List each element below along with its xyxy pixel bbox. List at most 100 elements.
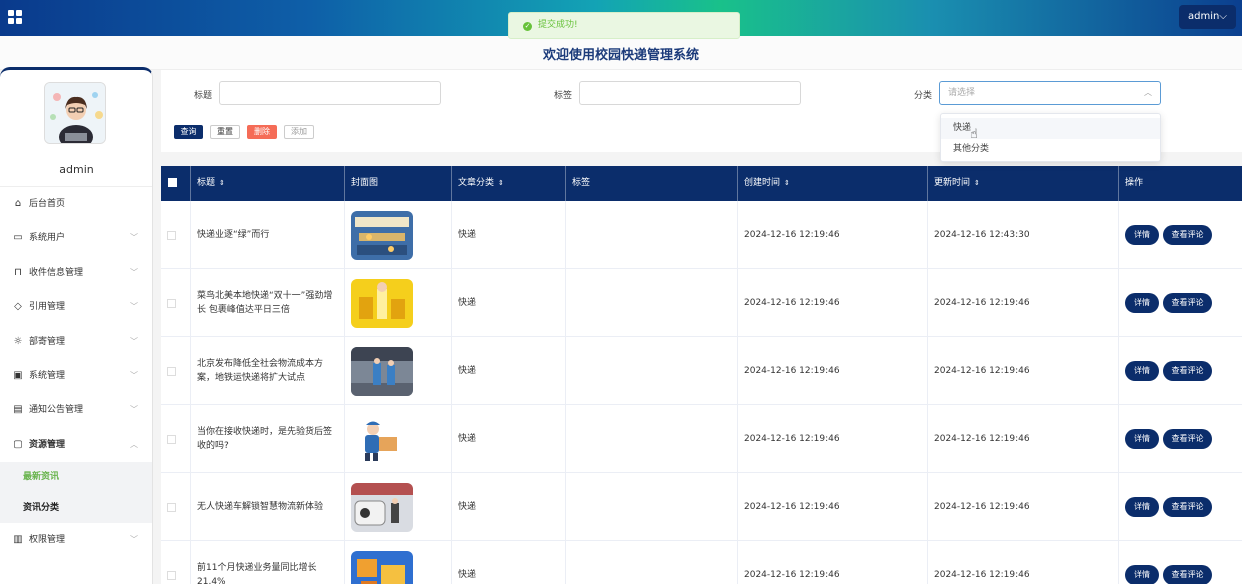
chevron-down-icon: ﹀ — [130, 405, 138, 415]
tag-input[interactable] — [579, 81, 801, 105]
sidebar-item-label: 权限管理 — [29, 535, 66, 546]
category-label: 分类 — [914, 91, 933, 101]
hand-pointer-icon: ☝ — [970, 127, 978, 142]
sort-icon[interactable]: ⇕ — [974, 179, 980, 187]
chevron-down-icon: ﹀ — [130, 302, 138, 312]
view-comments-button[interactable]: 查看评论 — [1163, 429, 1212, 449]
detail-button[interactable]: 详情 — [1125, 565, 1159, 584]
view-comments-button[interactable]: 查看评论 — [1163, 293, 1212, 313]
sort-icon[interactable]: ⇕ — [784, 179, 790, 187]
row-created: 2024-12-16 12:19:46 — [738, 541, 928, 584]
view-comments-button[interactable]: 查看评论 — [1163, 225, 1212, 245]
sidebar-item-home[interactable]: ⌂ 后台首页 — [0, 187, 152, 221]
detail-button[interactable]: 详情 — [1125, 429, 1159, 449]
admin-menu-button[interactable]: admin⌵ — [1179, 5, 1236, 29]
reset-button[interactable]: 重置 — [210, 125, 240, 139]
row-created: 2024-12-16 12:19:46 — [738, 269, 928, 337]
row-cover[interactable] — [345, 337, 452, 405]
sidebar-subitem-latest-news[interactable]: 最新资讯 — [0, 462, 152, 493]
row-actions: 详情 查看评论 — [1119, 473, 1242, 541]
avatar — [44, 82, 106, 144]
clipboard-icon: ▤ — [13, 404, 23, 416]
header-category[interactable]: 文章分类 ⇕ — [452, 166, 566, 201]
header-actions: 操作 — [1119, 166, 1242, 201]
row-title: 北京发布降低全社会物流成本方案，地铁运快递将扩大试点 — [191, 337, 345, 405]
sidebar-item-notice[interactable]: ▤ 通知公告管理 ﹀ — [0, 393, 152, 427]
sidebar-subitem-news-category[interactable]: 资讯分类 — [0, 492, 152, 524]
view-comments-button[interactable]: 查看评论 — [1163, 565, 1212, 584]
header-tag-label: 标签 — [572, 178, 591, 188]
title-input[interactable] — [219, 81, 441, 105]
view-comments-button[interactable]: 查看评论 — [1163, 361, 1212, 381]
row-checkbox[interactable] — [161, 541, 191, 584]
chevron-up-icon: ︿ — [130, 439, 138, 449]
sidebar-item-reference[interactable]: ◇ 引用管理 ﹀ — [0, 290, 152, 324]
chevron-down-icon: ﹀ — [130, 535, 138, 545]
sidebar-item-receipt[interactable]: ⊓ 收件信息管理 ﹀ — [0, 256, 152, 290]
header-cover: 封面图 — [345, 166, 452, 201]
monitor-icon: ▭ — [13, 232, 23, 244]
admin-label: admin — [1188, 11, 1220, 22]
menu-grid-icon[interactable] — [8, 10, 22, 24]
row-checkbox[interactable] — [161, 473, 191, 541]
home-icon: ⌂ — [14, 198, 22, 209]
add-button[interactable]: 添加 — [284, 125, 314, 139]
table-row: 北京发布降低全社会物流成本方案，地铁运快递将扩大试点 快递 2024-12-16… — [161, 337, 1242, 405]
delete-button[interactable]: 删除 — [247, 125, 277, 139]
row-cover[interactable] — [345, 405, 452, 473]
row-cover[interactable] — [345, 473, 452, 541]
sidebar-item-label: 部寄管理 — [29, 336, 66, 347]
header-tag: 标签 — [566, 166, 738, 201]
row-checkbox[interactable] — [161, 201, 191, 269]
sidebar-item-label: 通知公告管理 — [29, 405, 84, 416]
table-row: 当你在接收快递时，是先验货后签收的吗? 快递 2024-12-16 12:19:… — [161, 405, 1242, 473]
sidebar-item-label: 引用管理 — [29, 302, 66, 313]
row-tag — [566, 473, 738, 541]
detail-button[interactable]: 详情 — [1125, 225, 1159, 245]
news-table: 标题 ⇕ 封面图 文章分类 ⇕ 标签 创建时间 ⇕ 更新时间 ⇕ 操作 快递业逐“绿”而… — [161, 166, 1242, 584]
query-button[interactable]: 查询 — [174, 125, 203, 139]
row-title: 无人快递车解锁智慧物流新体验 — [191, 473, 345, 541]
chevron-up-icon: ︿ — [1144, 88, 1152, 97]
row-checkbox[interactable] — [161, 405, 191, 473]
sort-icon[interactable]: ⇕ — [219, 179, 225, 187]
sidebar-item-label: 资源管理 — [29, 439, 66, 450]
sidebar-item-system[interactable]: ▣ 系统管理 ﹀ — [0, 359, 152, 393]
row-checkbox[interactable] — [161, 337, 191, 405]
row-tag — [566, 201, 738, 269]
row-cover[interactable] — [345, 541, 452, 584]
row-actions: 详情 查看评论 — [1119, 405, 1242, 473]
row-cover[interactable] — [345, 201, 452, 269]
sidebar-menu: ⌂ 后台首页 ▭ 系统用户 ﹀ ⊓ 收件信息管理 ﹀ ◇ 引用管理 ﹀ ☼ 部寄管理 ﹀ ▣ 系统管… — [0, 186, 152, 558]
row-tag — [566, 269, 738, 337]
header-created[interactable]: 创建时间 ⇕ — [738, 166, 928, 201]
select-all-checkbox[interactable] — [161, 166, 191, 201]
detail-button[interactable]: 详情 — [1125, 497, 1159, 517]
row-checkbox[interactable] — [161, 269, 191, 337]
bookmark-icon: ⊓ — [14, 266, 22, 278]
row-category: 快递 — [452, 541, 566, 584]
sidebar-item-resources[interactable]: ▢ 资源管理 ︿ — [0, 428, 152, 462]
sidebar-item-system-users[interactable]: ▭ 系统用户 ﹀ — [0, 221, 152, 255]
header-created-label: 创建时间 — [744, 178, 781, 188]
chevron-down-icon: ﹀ — [130, 233, 138, 243]
header-title[interactable]: 标题 ⇕ — [191, 166, 345, 201]
chevron-down-icon: ⌵ — [1219, 11, 1227, 22]
title-label: 标题 — [194, 91, 213, 101]
detail-button[interactable]: 详情 — [1125, 293, 1159, 313]
row-actions: 详情 查看评论 — [1119, 337, 1242, 405]
chevron-down-icon: ﹀ — [130, 336, 138, 346]
detail-button[interactable]: 详情 — [1125, 361, 1159, 381]
sidebar-item-label: 收件信息管理 — [29, 267, 84, 278]
header-updated[interactable]: 更新时间 ⇕ — [928, 166, 1119, 201]
category-select[interactable]: 请选择 ︿ — [939, 81, 1161, 105]
view-comments-button[interactable]: 查看评论 — [1163, 497, 1212, 517]
category-option-other[interactable]: 其他分类 — [941, 139, 1160, 160]
sort-icon[interactable]: ⇕ — [498, 179, 504, 187]
header-cover-label: 封面图 — [351, 178, 379, 188]
sidebar-item-permissions[interactable]: ▥ 权限管理 ﹀ — [0, 523, 152, 557]
sidebar-item-mailing[interactable]: ☼ 部寄管理 ﹀ — [0, 325, 152, 359]
row-tag — [566, 541, 738, 584]
row-tag — [566, 405, 738, 473]
row-cover[interactable] — [345, 269, 452, 337]
